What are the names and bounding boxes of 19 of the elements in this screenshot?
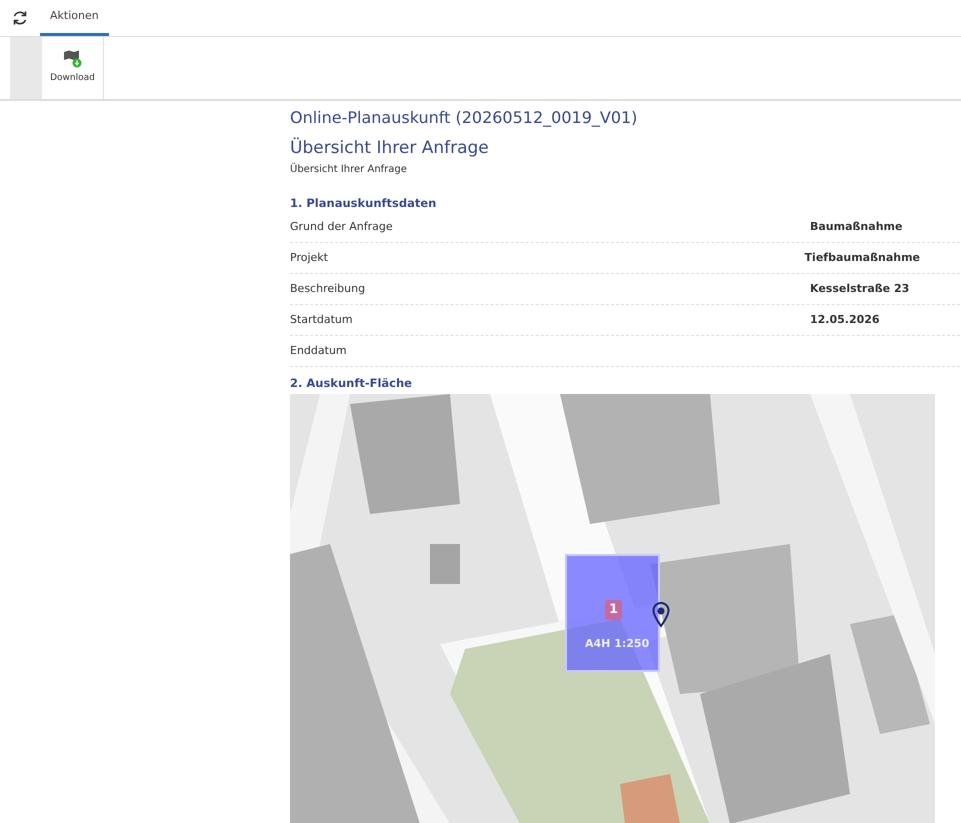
section-heading: Übersicht Ihrer Anfrage xyxy=(290,136,490,160)
subheading: Übersicht Ihrer Anfrage xyxy=(290,162,408,176)
field-value: Baumaßnahme xyxy=(810,218,904,234)
field-value: Tiefbaumaßnahme xyxy=(804,250,920,266)
field-label: Startdatum xyxy=(290,312,353,328)
field-label: Beschreibung xyxy=(290,280,366,296)
map-download-icon xyxy=(62,50,82,68)
map-pin-icon[interactable] xyxy=(652,602,670,628)
field-value: Kesselstraße 23 xyxy=(810,280,910,296)
page-title: Online-Planauskunft (20260512_0019_V01) xyxy=(290,107,638,129)
area-label: A4H 1:250 xyxy=(585,636,650,652)
field-value: 12.05.2026 xyxy=(810,312,881,328)
area-number: 1 xyxy=(605,600,622,620)
plan-area[interactable]: 1 A4H 1:250 xyxy=(565,554,660,672)
field-label: Projekt xyxy=(290,250,328,266)
section-title: 2. Auskunft-Fläche xyxy=(290,374,413,392)
field-label: Grund der Anfrage xyxy=(290,218,393,234)
section-title: 1. Planauskunftsdaten xyxy=(290,194,438,212)
field-label: Enddatum xyxy=(290,342,347,358)
